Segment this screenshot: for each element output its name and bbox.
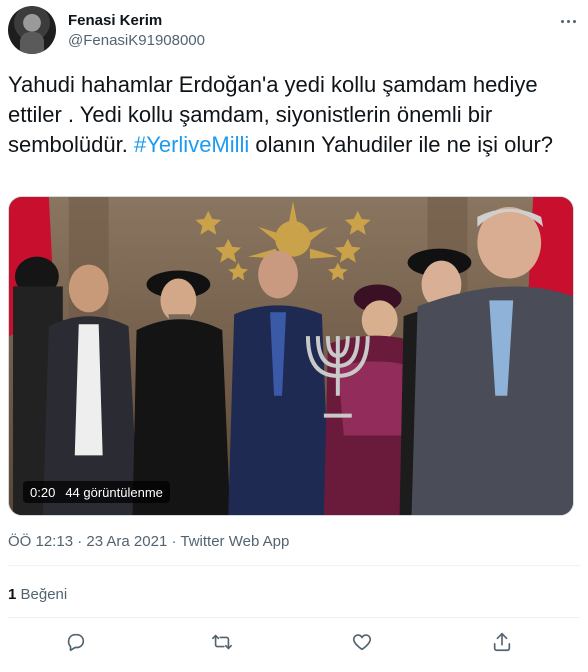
tweet-text-part-2: olanın Yahudiler ile ne işi olur?: [249, 132, 554, 157]
tweet-metadata: ÖÖ 12:13 · 23 Ara 2021 · Twitter Web App: [8, 533, 289, 550]
more-options-icon[interactable]: [556, 12, 580, 30]
likes-stat[interactable]: 1 Beğeni: [8, 586, 67, 603]
like-icon[interactable]: [348, 628, 376, 656]
likes-label: Beğeni: [20, 586, 68, 603]
tweet-time[interactable]: ÖÖ 12:13: [8, 533, 73, 550]
author-handle[interactable]: @FenasiK91908000: [68, 32, 205, 49]
meta-separator: ·: [77, 533, 83, 550]
video-thumbnail: [9, 197, 573, 515]
tweet-date[interactable]: 23 Ara 2021: [86, 533, 167, 550]
avatar[interactable]: [8, 6, 56, 54]
reply-icon[interactable]: [62, 628, 90, 656]
divider: [8, 617, 580, 618]
video-stats-badge: 0:20 44 görüntülenme: [23, 481, 170, 503]
video-duration: 0:20: [30, 484, 56, 500]
action-bar: [8, 624, 580, 660]
video-views: 44 görüntülenme: [65, 484, 163, 500]
tweet-text: Yahudi hahamlar Erdoğan'a yedi kollu şam…: [8, 70, 576, 160]
retweet-icon[interactable]: [208, 628, 236, 656]
video-player[interactable]: 0:20 44 görüntülenme: [8, 196, 574, 516]
divider: [8, 565, 580, 566]
likes-count: 1: [8, 586, 17, 603]
meta-separator: ·: [171, 533, 177, 550]
hashtag-link[interactable]: #YerliveMilli: [134, 132, 249, 157]
tweet-header: Fenasi Kerim @FenasiK91908000: [8, 6, 580, 58]
share-icon[interactable]: [488, 628, 516, 656]
tweet-source[interactable]: Twitter Web App: [180, 533, 289, 550]
author-display-name[interactable]: Fenasi Kerim: [68, 12, 162, 29]
